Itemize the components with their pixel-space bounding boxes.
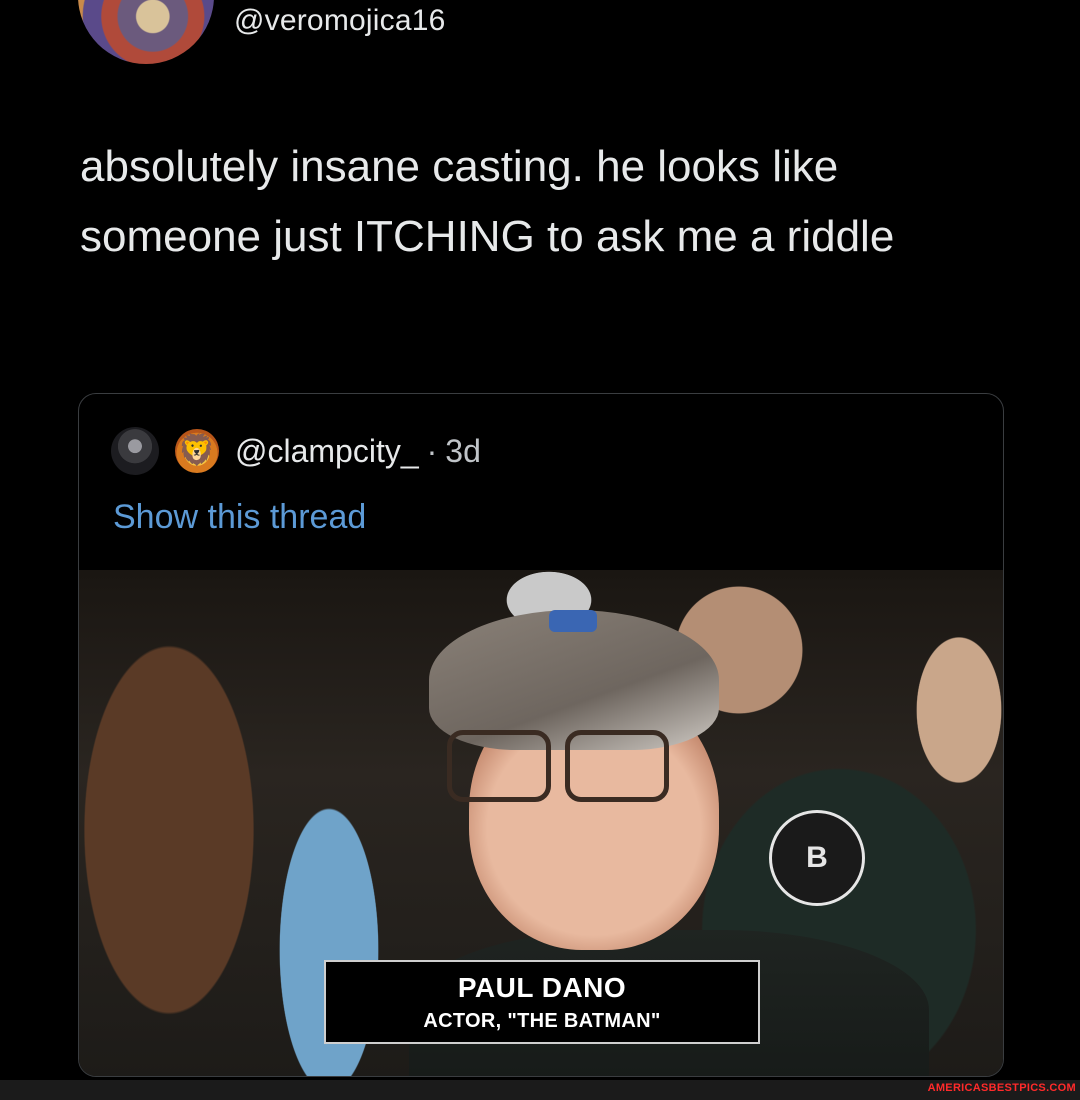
quoted-tweet-header: 🦁 @clampcity_ · 3d [111, 426, 481, 476]
name-caption: PAUL DANO ACTOR, "THE BATMAN" [324, 960, 760, 1044]
watermark-bar: AMERICASBESTPICS.COM [0, 1080, 1080, 1100]
cap-patch [549, 610, 597, 632]
quoted-tweet-image[interactable]: B PAUL DANO ACTOR, "THE BATMAN" [79, 570, 1003, 1076]
author-avatar[interactable] [78, 0, 214, 64]
team-logo-icon: B [769, 810, 865, 906]
caption-subtitle: ACTOR, "THE BATMAN" [423, 1009, 661, 1032]
caption-name: PAUL DANO [457, 971, 627, 1003]
show-thread-link[interactable]: Show this thread [113, 498, 366, 537]
tweet-text: absolutely insane casting. he looks like… [80, 142, 895, 261]
author-handle[interactable]: @veromojica16 [234, 4, 445, 38]
quoted-tweet-timestamp[interactable]: 3d [445, 433, 481, 470]
glasses [447, 730, 697, 802]
watermark-text: AMERICASBESTPICS.COM [927, 1082, 1076, 1094]
quoted-tweet-card[interactable]: 🦁 @clampcity_ · 3d Show this thread B PA… [78, 393, 1004, 1077]
team-logo-letter: B [806, 841, 828, 874]
quoted-author-avatar[interactable] [111, 427, 159, 475]
lion-emoji-icon: 🦁 [175, 429, 219, 473]
dot-separator: · [426, 432, 438, 469]
quoted-author-handle[interactable]: @clampcity_ [235, 433, 419, 470]
